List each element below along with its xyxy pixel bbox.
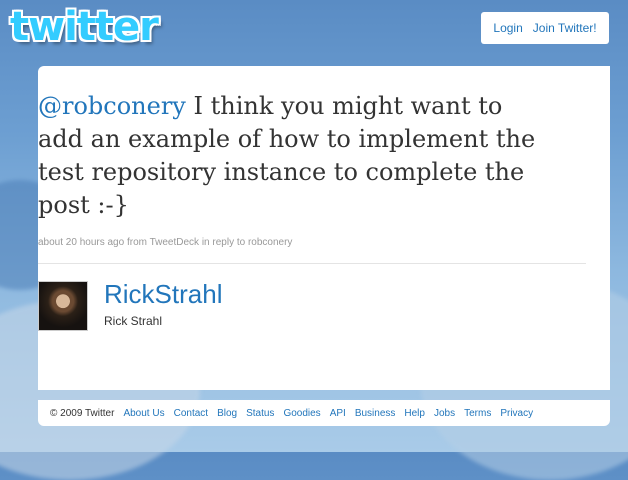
login-link[interactable]: Login [493, 21, 522, 35]
timestamp-link[interactable]: about 20 hours ago [38, 237, 124, 248]
avatar[interactable] [38, 281, 88, 331]
footer-link-goodies[interactable]: Goodies [283, 408, 320, 419]
twitter-logo[interactable]: twitter [10, 6, 159, 48]
footer-link-api[interactable]: API [330, 408, 346, 419]
footer-link-jobs[interactable]: Jobs [434, 408, 455, 419]
footer-link-privacy[interactable]: Privacy [500, 408, 533, 419]
footer-link-contact[interactable]: Contact [174, 408, 208, 419]
from-label: from [126, 237, 147, 248]
mention-link[interactable]: @robconery [38, 92, 186, 120]
reply-to-link[interactable]: robconery [248, 237, 292, 248]
copyright: © 2009 Twitter [50, 407, 115, 419]
footer-link-help[interactable]: Help [404, 408, 425, 419]
source-link[interactable]: TweetDeck [150, 237, 199, 248]
screen-name-link[interactable]: RickStrahl [104, 279, 222, 310]
tweet-text: @robconery I think you might want to add… [38, 90, 538, 222]
footer-link-about[interactable]: About Us [123, 408, 164, 419]
divider [38, 263, 586, 264]
footer-link-status[interactable]: Status [246, 408, 274, 419]
join-twitter-link[interactable]: Join Twitter! [533, 21, 597, 35]
footer-link-business[interactable]: Business [355, 408, 396, 419]
tweet-card: @robconery I think you might want to add… [38, 66, 610, 390]
reply-label: in reply to [201, 237, 246, 248]
footer: © 2009 Twitter About Us Contact Blog Sta… [38, 400, 610, 426]
login-box: Login Join Twitter! [481, 12, 609, 44]
footer-link-blog[interactable]: Blog [217, 408, 237, 419]
full-name: Rick Strahl [104, 314, 163, 328]
footer-link-terms[interactable]: Terms [464, 408, 491, 419]
tweet-meta: about 20 hours ago from TweetDeck in rep… [38, 237, 292, 248]
